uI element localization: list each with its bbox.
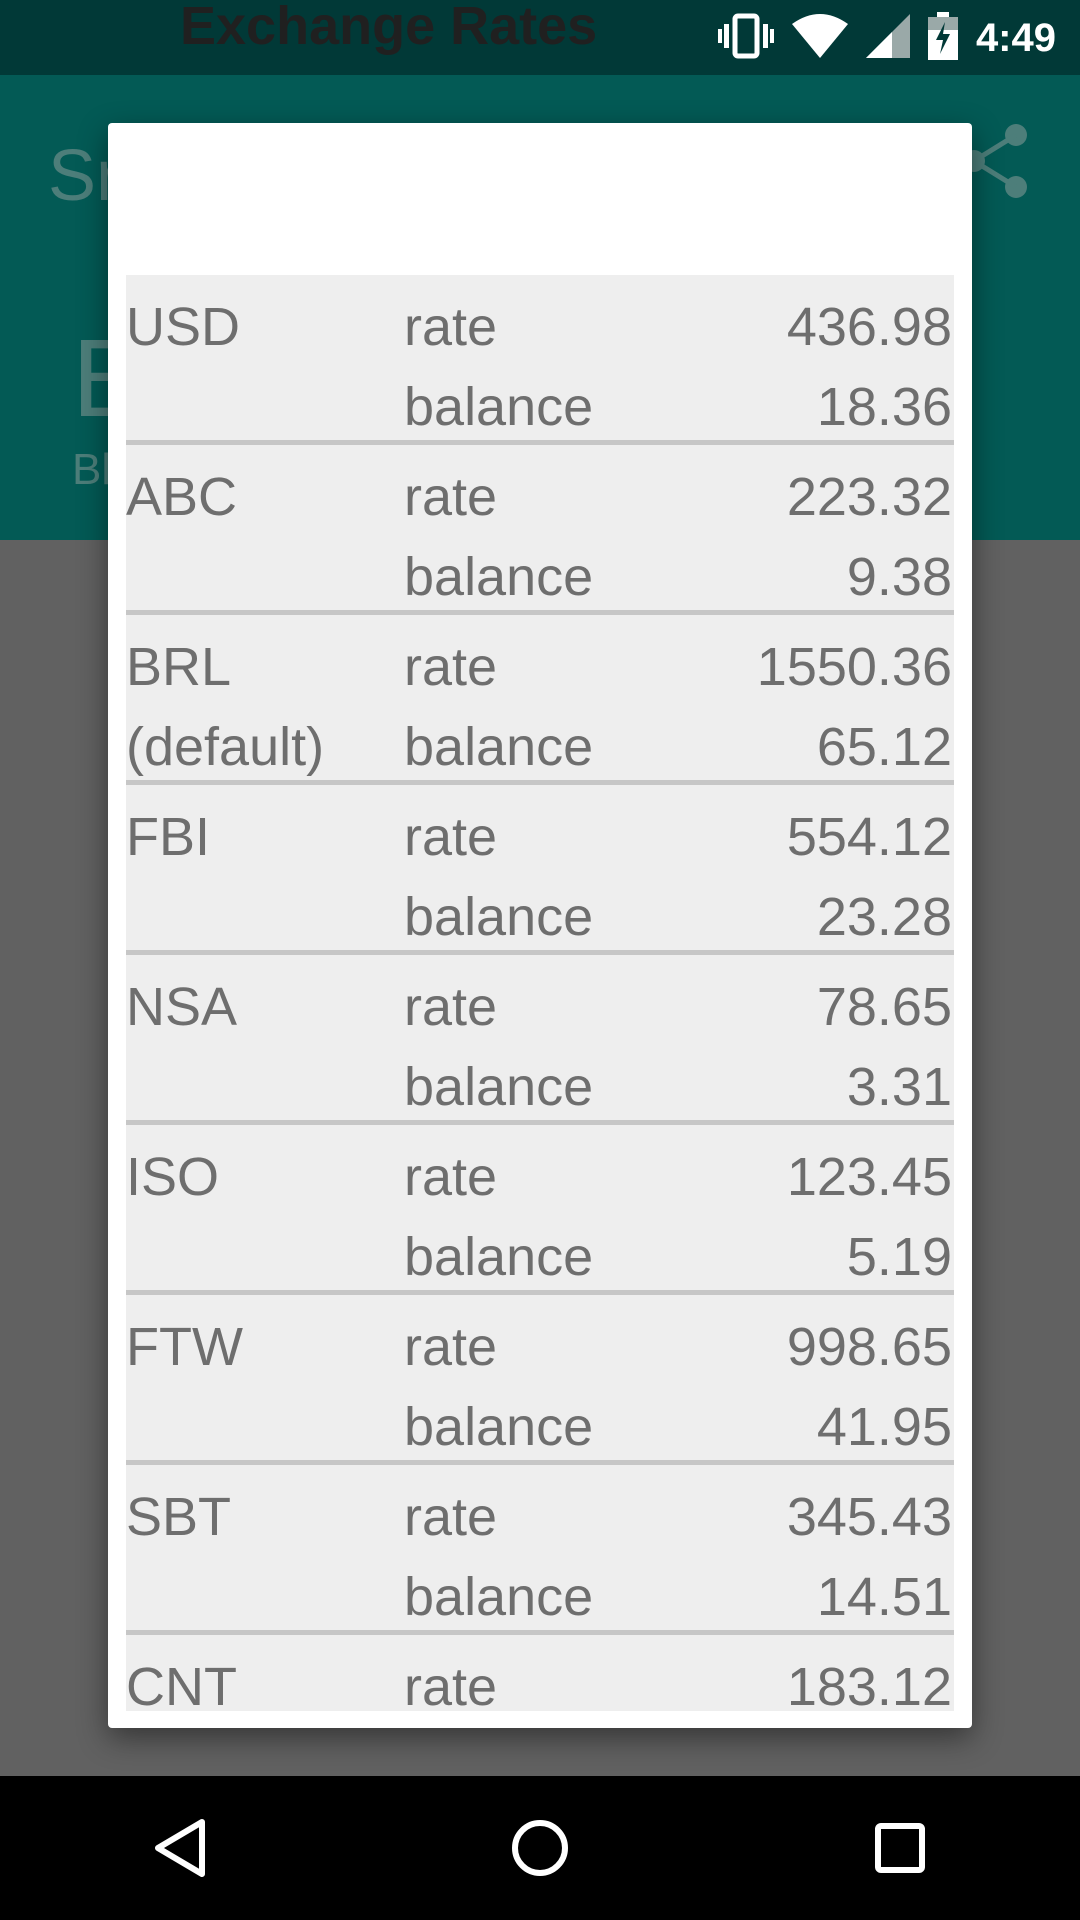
currency-code: BRL	[126, 637, 232, 697]
balance-value: 5.19	[846, 1227, 952, 1287]
balance-label: balance	[404, 547, 594, 607]
recents-icon	[875, 1823, 925, 1873]
currency-code: SBT	[126, 1487, 232, 1547]
home-icon	[512, 1820, 568, 1876]
rate-label: rate	[404, 1657, 498, 1711]
table-row: FBI rate balance 554.12 23.28	[126, 785, 954, 955]
table-row: ISO rate balance 123.45 5.19	[126, 1125, 954, 1295]
rate-label: rate	[404, 977, 498, 1037]
balance-label: balance	[404, 1397, 594, 1457]
table-row: NSA rate balance 78.65 3.31	[126, 955, 954, 1125]
table-row: USD rate balance 436.98 18.36	[126, 275, 954, 445]
rate-value: 998.65	[786, 1317, 952, 1377]
currency-code: ISO	[126, 1147, 220, 1207]
currency-code: NSA	[126, 977, 238, 1037]
back-icon	[155, 1819, 205, 1877]
rate-label: rate	[404, 807, 498, 867]
currency-code: ABC	[126, 467, 238, 527]
status-icons: 4:49	[717, 11, 1056, 65]
currency-code: USD	[126, 297, 241, 357]
balance-label: balance	[404, 717, 594, 777]
currency-code: FBI	[126, 807, 211, 867]
rate-value: 223.32	[786, 467, 952, 527]
home-button[interactable]	[465, 1788, 615, 1908]
currency-code: CNT	[126, 1657, 237, 1711]
balance-label: balance	[404, 1227, 594, 1287]
battery-charging-icon	[927, 11, 958, 65]
rate-label: rate	[404, 637, 498, 697]
table-row: SBT rate balance 345.43 14.51	[126, 1465, 954, 1635]
rate-value: 436.98	[786, 297, 952, 357]
status-time: 4:49	[975, 15, 1056, 60]
balance-label: balance	[404, 1057, 594, 1117]
rate-value: 345.43	[786, 1487, 952, 1547]
rate-label: rate	[404, 467, 498, 527]
balance-value: 18.36	[816, 377, 952, 437]
balance-value: 3.31	[846, 1057, 952, 1117]
balance-value: 65.12	[816, 717, 952, 777]
balance-value: 14.51	[816, 1567, 952, 1627]
table-row: CNT rate 183.12	[126, 1635, 954, 1711]
balance-label: balance	[404, 1567, 594, 1627]
rate-label: rate	[404, 1317, 498, 1377]
vibrate-icon	[717, 12, 774, 65]
exchange-rates-table[interactable]: USD rate balance 436.98 18.36 ABC rate bala…	[126, 275, 954, 1711]
navigation-bar	[0, 1776, 1080, 1920]
balance-label: balance	[404, 377, 594, 437]
back-button[interactable]	[105, 1788, 255, 1908]
currency-code: FTW	[126, 1317, 243, 1377]
rate-value: 183.12	[786, 1657, 952, 1711]
rate-label: rate	[404, 1487, 498, 1547]
rate-value: 1550.36	[756, 637, 952, 697]
balance-value: 9.38	[846, 547, 952, 607]
signal-icon	[865, 13, 910, 63]
currency-note: (default)	[126, 717, 325, 777]
balance-value: 23.28	[816, 887, 952, 947]
rate-value: 123.45	[786, 1147, 952, 1207]
recents-button[interactable]	[825, 1788, 975, 1908]
rate-label: rate	[404, 297, 498, 357]
balance-value: 41.95	[816, 1397, 952, 1457]
dialog-title: Exchange Rates	[180, 0, 598, 56]
rate-label: rate	[404, 1147, 498, 1207]
balance-label: balance	[404, 887, 594, 947]
table-row: FTW rate balance 998.65 41.95	[126, 1295, 954, 1465]
table-row: ABC rate balance 223.32 9.38	[126, 445, 954, 615]
wifi-icon	[791, 13, 848, 63]
table-row: BRL (default) rate balance 1550.36 65.12	[126, 615, 954, 785]
balance-subheading: Bl	[72, 445, 112, 494]
exchange-rates-dialog: Exchange Rates USD rate balance 436.98 18.…	[108, 0, 972, 1728]
rate-value: 78.65	[816, 977, 952, 1037]
rate-value: 554.12	[786, 807, 952, 867]
